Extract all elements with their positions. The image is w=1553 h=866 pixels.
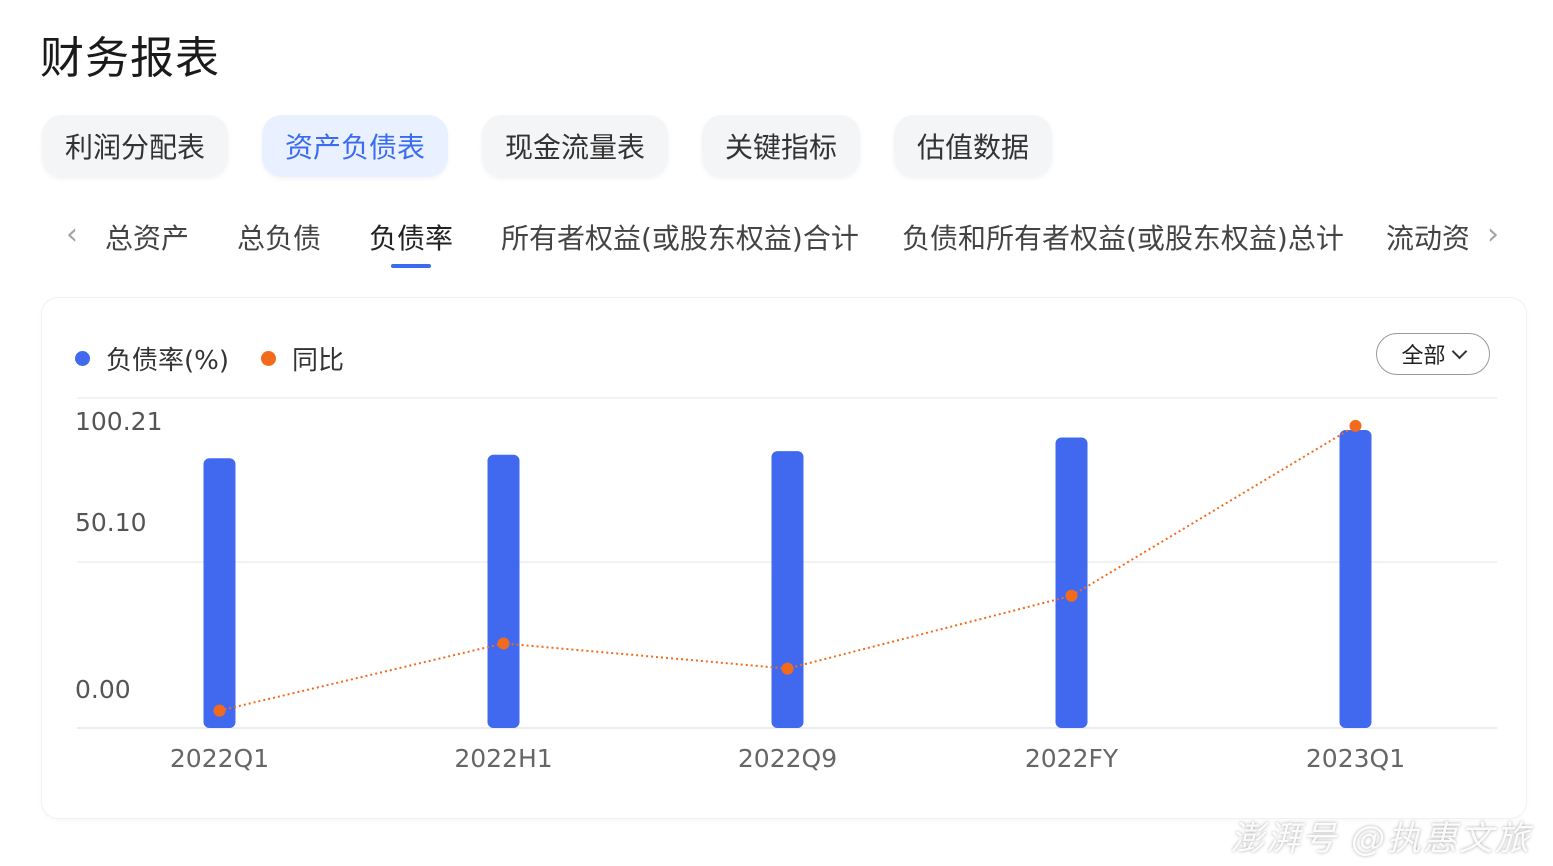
metric-tab-owners-equity[interactable]: 所有者权益(或股东权益)合计 bbox=[501, 217, 859, 257]
watermark: 澎湃号 @执惠文旅 bbox=[1230, 819, 1531, 859]
chevron-right-icon[interactable]: › bbox=[1478, 217, 1508, 252]
yoy-point-2022Q9 bbox=[781, 662, 794, 675]
y-tick-label: 0.00 bbox=[75, 675, 131, 704]
x-tick-label: 2022Q9 bbox=[738, 744, 837, 773]
metric-tab-strip: ‹ 总资产 总负债 负债率 所有者权益(或股东权益)合计 负债和所有者权益(或股… bbox=[0, 205, 1553, 271]
y-tick-label: 50.10 bbox=[75, 508, 147, 537]
tab-key-indicators[interactable]: 关键指标 bbox=[702, 115, 860, 177]
chart-card: 负债率(%) 同比 全部 100.21 50.10 0.00 2022Q1 2022H1… bbox=[42, 298, 1526, 818]
metric-tab-current-assets[interactable]: 流动资 bbox=[1386, 217, 1468, 257]
yoy-point-2023Q1 bbox=[1349, 419, 1362, 432]
metric-tab-debt-ratio[interactable]: 负债率 bbox=[369, 217, 453, 257]
yoy-point-2022H1 bbox=[497, 637, 510, 650]
bar-2023Q1 bbox=[1339, 430, 1372, 728]
tab-profit-distribution[interactable]: 利润分配表 bbox=[42, 115, 228, 177]
yoy-point-2022FY bbox=[1065, 589, 1078, 602]
tab-valuation[interactable]: 估值数据 bbox=[894, 115, 1052, 177]
x-tick-label: 2022Q1 bbox=[170, 744, 269, 773]
tab-balance-sheet[interactable]: 资产负债表 bbox=[262, 115, 448, 177]
bar-2022FY bbox=[1055, 437, 1088, 728]
bar-2022Q1 bbox=[203, 458, 236, 728]
page-title: 财务报表 bbox=[40, 33, 220, 84]
x-tick-label: 2022H1 bbox=[454, 744, 552, 773]
metric-tab-total-assets[interactable]: 总资产 bbox=[105, 217, 189, 257]
metric-tab-total-liabilities[interactable]: 总负债 bbox=[237, 217, 321, 257]
metric-tab-liabilities-and-equity[interactable]: 负债和所有者权益(或股东权益)总计 bbox=[902, 217, 1344, 257]
chart-plot: 100.21 50.10 0.00 2022Q1 2022H1 2022Q9 2022FY 2… bbox=[75, 397, 1497, 773]
bar-2022Q9 bbox=[771, 451, 804, 728]
chevron-left-icon[interactable]: ‹ bbox=[57, 217, 87, 252]
x-tick-label: 2023Q1 bbox=[1306, 744, 1405, 773]
yoy-point-2022Q1 bbox=[213, 704, 226, 717]
active-tab-indicator bbox=[391, 264, 431, 268]
y-tick-label: 100.21 bbox=[75, 407, 162, 436]
x-tick-label: 2022FY bbox=[1025, 744, 1119, 773]
bar-2022H1 bbox=[487, 454, 520, 728]
tab-cash-flow[interactable]: 现金流量表 bbox=[482, 115, 668, 177]
